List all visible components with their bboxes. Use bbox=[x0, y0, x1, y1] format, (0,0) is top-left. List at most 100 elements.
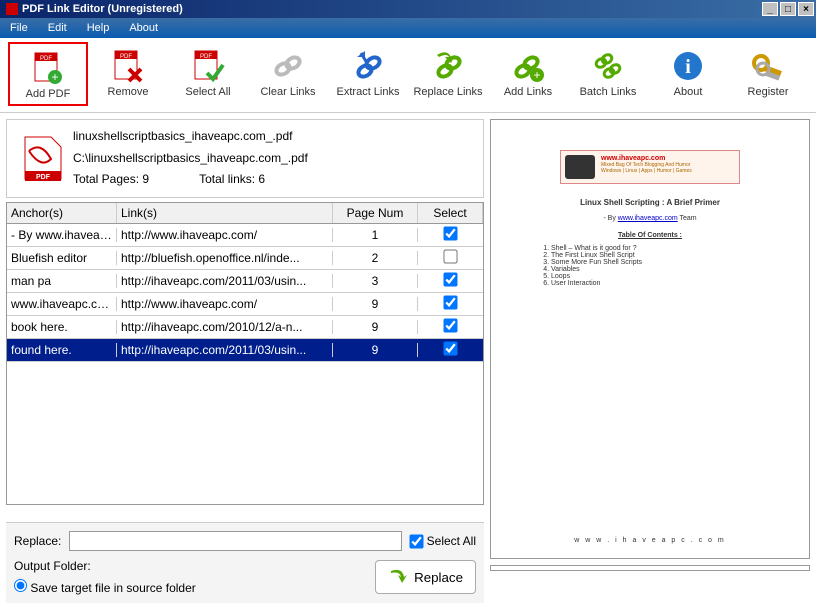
extract-links-icon bbox=[330, 46, 406, 86]
pdf-file-icon: PDF bbox=[13, 126, 73, 191]
tool-clear-links[interactable]: Clear Links bbox=[248, 42, 328, 106]
links-table: Anchor(s) Link(s) Page Num Select - By w… bbox=[6, 202, 484, 505]
cell-link: http://www.ihaveapc.com/ bbox=[117, 297, 333, 311]
tool-select-all[interactable]: PDFSelect All bbox=[168, 42, 248, 106]
output-folder-label: Output Folder: bbox=[14, 559, 196, 573]
table-row[interactable]: www.ihaveapc.comhttp://www.ihaveapc.com/… bbox=[7, 293, 483, 316]
table-row[interactable]: - By www.ihaveapc...http://www.ihaveapc.… bbox=[7, 224, 483, 247]
preview-banner: www.ihaveapc.com Mixed Bag Of Tech Blogg… bbox=[560, 150, 740, 184]
close-button[interactable]: × bbox=[798, 2, 814, 16]
file-path: C:\linuxshellscriptbasics_ihaveapc.com_.… bbox=[73, 148, 477, 170]
pdf-preview: www.ihaveapc.com Mixed Bag Of Tech Blogg… bbox=[490, 119, 810, 559]
toc-item: Shell – What is it good for ? bbox=[551, 245, 779, 252]
preview-toc-label: Table Of Contents : bbox=[521, 232, 779, 239]
register-icon bbox=[730, 46, 806, 86]
svg-text:i: i bbox=[685, 56, 691, 78]
tool-replace-links[interactable]: Replace Links bbox=[408, 42, 488, 106]
menu-edit[interactable]: Edit bbox=[38, 22, 77, 34]
replace-input[interactable] bbox=[69, 531, 401, 551]
replace-button-label: Replace bbox=[414, 570, 463, 585]
tool-add-pdf[interactable]: PDF+Add PDF bbox=[8, 42, 88, 106]
table-row[interactable]: Bluefish editorhttp://bluefish.openoffic… bbox=[7, 247, 483, 270]
add-links-icon: + bbox=[490, 46, 566, 86]
table-row[interactable]: man pahttp://ihaveapc.com/2011/03/usin..… bbox=[7, 270, 483, 293]
preview-doc-title: Linux Shell Scripting : A Brief Primer bbox=[521, 198, 779, 207]
cell-link: http://ihaveapc.com/2011/03/usin... bbox=[117, 274, 333, 288]
replace-arrow-icon bbox=[388, 567, 408, 587]
file-name: linuxshellscriptbasics_ihaveapc.com_.pdf bbox=[73, 126, 477, 148]
about-icon: i bbox=[650, 46, 726, 86]
toc-item: Some More Fun Shell Scripts bbox=[551, 259, 779, 266]
replace-label: Replace: bbox=[14, 534, 61, 548]
tool-remove[interactable]: PDFRemove bbox=[88, 42, 168, 106]
preview-byline: - By www.ihaveapc.com Team bbox=[521, 215, 779, 222]
cell-page: 1 bbox=[333, 228, 418, 242]
row-select-checkbox[interactable] bbox=[443, 318, 457, 332]
tool-register[interactable]: Register bbox=[728, 42, 808, 106]
svg-text:+: + bbox=[533, 68, 540, 82]
menu-about[interactable]: About bbox=[119, 22, 168, 34]
row-select-checkbox[interactable] bbox=[443, 272, 457, 286]
tool-about[interactable]: iAbout bbox=[648, 42, 728, 106]
cell-link: http://ihaveapc.com/2010/12/a-n... bbox=[117, 320, 333, 334]
replace-button[interactable]: Replace bbox=[375, 560, 476, 594]
toc-item: Loops bbox=[551, 273, 779, 280]
select-all-icon: PDF bbox=[170, 46, 246, 86]
cell-page: 9 bbox=[333, 343, 418, 357]
select-all-checkbox[interactable] bbox=[409, 534, 423, 548]
cell-link: http://www.ihaveapc.com/ bbox=[117, 228, 333, 242]
window-title: PDF Link Editor (Unregistered) bbox=[22, 3, 183, 15]
header-select[interactable]: Select bbox=[418, 203, 483, 223]
svg-text:PDF: PDF bbox=[40, 56, 52, 62]
svg-text:PDF: PDF bbox=[36, 174, 51, 181]
titlebar: PDF Link Editor (Unregistered) _ □ × bbox=[0, 0, 816, 18]
menu-file[interactable]: File bbox=[0, 22, 38, 34]
replace-links-icon bbox=[410, 46, 486, 86]
header-link[interactable]: Link(s) bbox=[117, 203, 333, 223]
menu-help[interactable]: Help bbox=[77, 22, 120, 34]
bottom-controls: Replace: Select All Output Folder: Save … bbox=[6, 522, 484, 603]
toc-item: The First Linux Shell Script bbox=[551, 252, 779, 259]
svg-text:PDF: PDF bbox=[120, 54, 132, 60]
batch-links-icon bbox=[570, 46, 646, 86]
cell-page: 3 bbox=[333, 274, 418, 288]
tool-add-links[interactable]: +Add Links bbox=[488, 42, 568, 106]
table-row[interactable]: found here.http://ihaveapc.com/2011/03/u… bbox=[7, 339, 483, 362]
cell-page: 9 bbox=[333, 320, 418, 334]
banner-sub2: Windows | Linux | Apps | Humor | Games bbox=[601, 168, 692, 174]
header-anchor[interactable]: Anchor(s) bbox=[7, 203, 117, 223]
save-in-source-label: Save target file in source folder bbox=[30, 581, 195, 595]
tool-batch-links[interactable]: Batch Links bbox=[568, 42, 648, 106]
menubar: FileEditHelpAbout bbox=[0, 18, 816, 38]
toc-item: Variables bbox=[551, 266, 779, 273]
toolbar: PDF+Add PDFPDFRemovePDFSelect AllClear L… bbox=[0, 38, 816, 113]
toc-item: User Interaction bbox=[551, 280, 779, 287]
cell-anchor: www.ihaveapc.com bbox=[7, 297, 117, 311]
maximize-button[interactable]: □ bbox=[780, 2, 796, 16]
save-in-source-radio[interactable] bbox=[14, 579, 27, 592]
add-pdf-icon: PDF + bbox=[12, 48, 84, 88]
banner-title: www.ihaveapc.com bbox=[601, 155, 692, 162]
cell-anchor: book here. bbox=[7, 320, 117, 334]
row-select-checkbox[interactable] bbox=[443, 249, 457, 263]
table-row[interactable]: book here.http://ihaveapc.com/2010/12/a-… bbox=[7, 316, 483, 339]
minimize-button[interactable]: _ bbox=[762, 2, 778, 16]
cell-anchor: found here. bbox=[7, 343, 117, 357]
total-pages: Total Pages: 9 bbox=[73, 169, 149, 191]
table-header: Anchor(s) Link(s) Page Num Select bbox=[7, 203, 483, 224]
row-select-checkbox[interactable] bbox=[443, 226, 457, 240]
svg-text:PDF: PDF bbox=[200, 54, 212, 60]
clear-links-icon bbox=[250, 46, 326, 86]
monitor-icon bbox=[565, 155, 595, 179]
app-icon bbox=[6, 3, 18, 15]
row-select-checkbox[interactable] bbox=[443, 341, 457, 355]
select-all-label: Select All bbox=[427, 534, 476, 548]
svg-text:+: + bbox=[51, 70, 58, 84]
header-page[interactable]: Page Num bbox=[333, 203, 418, 223]
preview-toc-list: Shell – What is it good for ?The First L… bbox=[551, 245, 779, 287]
remove-icon: PDF bbox=[90, 46, 166, 86]
row-select-checkbox[interactable] bbox=[443, 295, 457, 309]
cell-link: http://bluefish.openoffice.nl/inde... bbox=[117, 251, 333, 265]
tool-extract-links[interactable]: Extract Links bbox=[328, 42, 408, 106]
cell-page: 9 bbox=[333, 297, 418, 311]
